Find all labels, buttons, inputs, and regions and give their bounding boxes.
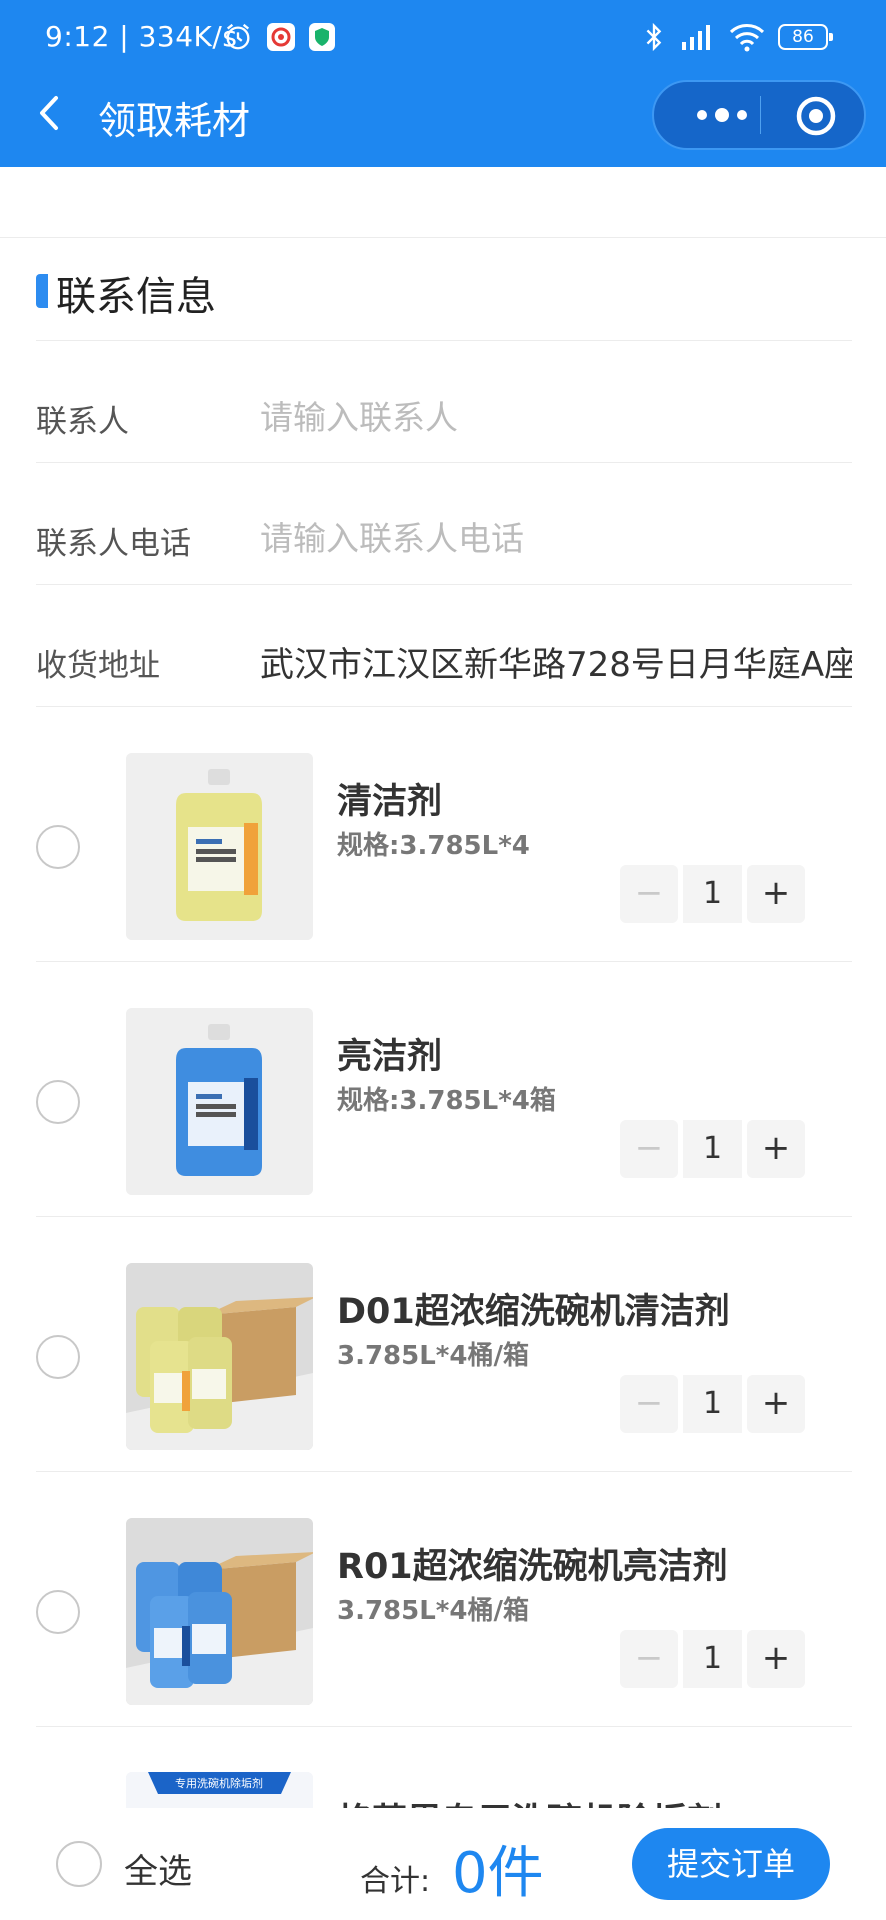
quantity-stepper: − 1 + [620, 1630, 805, 1688]
signal-icon [682, 25, 710, 50]
quantity-value[interactable]: 1 [683, 1120, 742, 1178]
product-spec: 3.785L*4桶/箱 [337, 1596, 529, 1626]
back-arrow-icon[interactable] [32, 92, 74, 134]
total-label: 合计: [360, 1864, 431, 1899]
product-spec: 3.785L*4桶/箱 [337, 1341, 529, 1371]
product-checkbox[interactable] [36, 1080, 80, 1124]
phone-input[interactable] [260, 515, 852, 561]
divider [36, 584, 852, 585]
capsule-divider [760, 96, 761, 134]
yellow-bottles-box-icon [126, 1263, 313, 1450]
quantity-value[interactable]: 1 [683, 1630, 742, 1688]
increase-button[interactable]: + [747, 865, 805, 923]
divider [36, 340, 852, 341]
contact-input[interactable] [260, 394, 852, 440]
quantity-value[interactable]: 1 [683, 865, 742, 923]
descaler-box-icon: 专用洗碗机除垢剂 [126, 1772, 313, 1808]
product-image [126, 1008, 313, 1195]
yellow-bottle-icon [126, 753, 313, 940]
wifi-icon [729, 24, 765, 52]
product-name: D01超浓缩洗碗机清洁剂 [337, 1292, 730, 1332]
close-miniapp-icon[interactable] [794, 94, 838, 138]
decrease-button[interactable]: − [620, 865, 678, 923]
product-spec: 规格:3.785L*4箱 [337, 1086, 556, 1116]
quantity-stepper: − 1 + [620, 865, 805, 923]
bottom-action-bar: 全选 合计: 0件 提交订单 [0, 1808, 886, 1920]
increase-button[interactable]: + [747, 1120, 805, 1178]
battery-level: 86 [792, 27, 814, 47]
status-bar: 9:12 | 334K/s 86 [0, 0, 886, 78]
submit-order-button[interactable]: 提交订单 [632, 1828, 830, 1900]
decrease-button[interactable]: − [620, 1630, 678, 1688]
product-item: 清洁剂 规格:3.785L*4 − 1 + [0, 707, 886, 962]
product-name: 格莱恩专用洗碗机除垢剂 [337, 1793, 722, 1808]
quantity-stepper: − 1 + [620, 1120, 805, 1178]
quantity-stepper: − 1 + [620, 1375, 805, 1433]
product-checkbox[interactable] [36, 825, 80, 869]
shield-icon [309, 23, 335, 51]
product-name: R01超浓缩洗碗机亮洁剂 [337, 1547, 728, 1587]
section-title-text: 联系信息 [56, 274, 216, 320]
more-icon[interactable] [680, 82, 780, 148]
product-item: 专用洗碗机除垢剂 格莱恩专用洗碗机除垢剂 [0, 1727, 886, 1808]
miniapp-capsule [652, 80, 866, 150]
header-divider [0, 237, 886, 238]
blue-bottle-icon [126, 1008, 313, 1195]
contact-label: 联系人 [36, 404, 129, 440]
product-item: R01超浓缩洗碗机亮洁剂 3.785L*4桶/箱 − 1 + [0, 1472, 886, 1727]
select-all-checkbox[interactable] [56, 1841, 102, 1887]
blue-bottles-box-icon [126, 1518, 313, 1705]
increase-button[interactable]: + [747, 1375, 805, 1433]
decrease-button[interactable]: − [620, 1120, 678, 1178]
app-header: 9:12 | 334K/s 86 领取耗材 [0, 0, 886, 167]
product-banner: 专用洗碗机除垢剂 [175, 1776, 263, 1790]
quantity-value[interactable]: 1 [683, 1375, 742, 1433]
select-all-label[interactable]: 全选 [124, 1844, 192, 1893]
product-image [126, 1263, 313, 1450]
address-value[interactable]: 武汉市江汉区新华路728号日月华庭A座 [260, 637, 852, 686]
battery-icon: 86 [778, 24, 833, 50]
address-label: 收货地址 [36, 648, 160, 684]
product-item: D01超浓缩洗碗机清洁剂 3.785L*4桶/箱 − 1 + [0, 1217, 886, 1472]
product-image [126, 1518, 313, 1705]
total-value: 0件 [452, 1841, 544, 1906]
bluetooth-icon [646, 22, 662, 52]
product-checkbox[interactable] [36, 1590, 80, 1634]
product-image [126, 753, 313, 940]
product-image: 专用洗碗机除垢剂 [126, 1772, 313, 1808]
product-spec: 规格:3.785L*4 [337, 831, 530, 861]
section-accent-bar [36, 274, 48, 308]
product-item: 亮洁剂 规格:3.785L*4箱 − 1 + [0, 962, 886, 1217]
product-name: 清洁剂 [337, 782, 443, 822]
product-checkbox[interactable] [36, 1335, 80, 1379]
alarm-icon [226, 23, 250, 50]
app-notification-icon [267, 23, 295, 51]
divider [36, 462, 852, 463]
page-title: 领取耗材 [98, 99, 251, 143]
phone-label: 联系人电话 [36, 526, 191, 562]
decrease-button[interactable]: − [620, 1375, 678, 1433]
status-time: 9:12 | 334K/s [45, 20, 238, 53]
product-name: 亮洁剂 [337, 1037, 443, 1077]
increase-button[interactable]: + [747, 1630, 805, 1688]
